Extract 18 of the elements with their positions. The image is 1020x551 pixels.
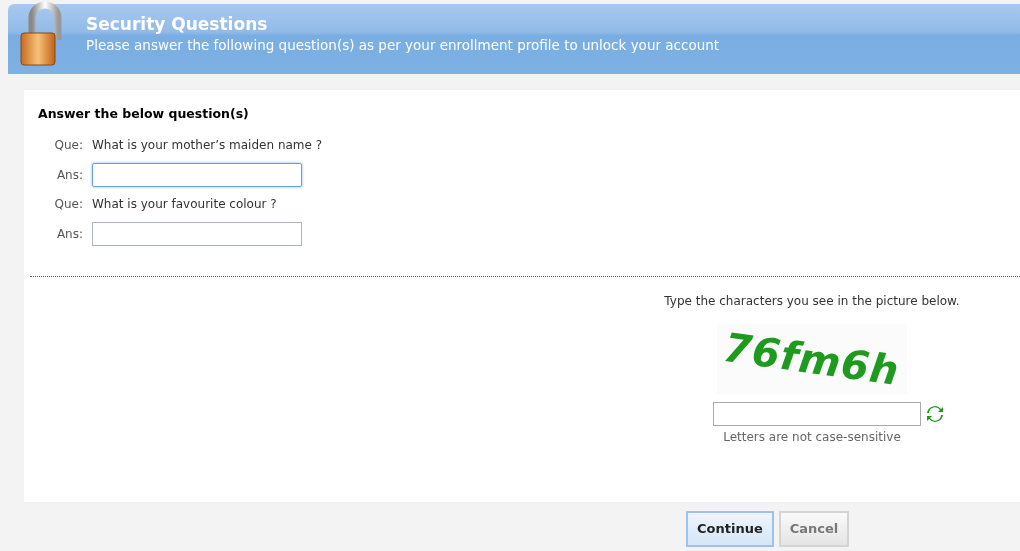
page-subtitle: Please answer the following question(s) as per your enrollment profile to unlock your account [86, 36, 721, 55]
page-title: Security Questions [86, 14, 269, 34]
question-label: Que: [53, 195, 84, 213]
refresh-icon[interactable] [925, 403, 945, 424]
form-heading: Answer the below question(s) [38, 105, 250, 123]
question-text: What is your mother’s maiden name ? [92, 136, 323, 154]
captcha-instruction: Type the characters you see in the picture below. [664, 292, 960, 310]
cancel-button[interactable]: Cancel [778, 511, 850, 547]
answer-label: Ans: [55, 225, 84, 243]
answer-field[interactable] [92, 162, 302, 187]
captcha-field[interactable] [713, 401, 921, 426]
answer-label: Ans: [55, 166, 84, 184]
answer-field[interactable] [92, 221, 302, 246]
question-label: Que: [53, 136, 84, 154]
captcha-text: 76fm6h [720, 322, 904, 396]
question-text: What is your favourite colour ? [92, 195, 277, 213]
captcha-note: Letters are not case-sensitive [723, 428, 901, 446]
continue-button[interactable]: Continue [686, 511, 774, 547]
